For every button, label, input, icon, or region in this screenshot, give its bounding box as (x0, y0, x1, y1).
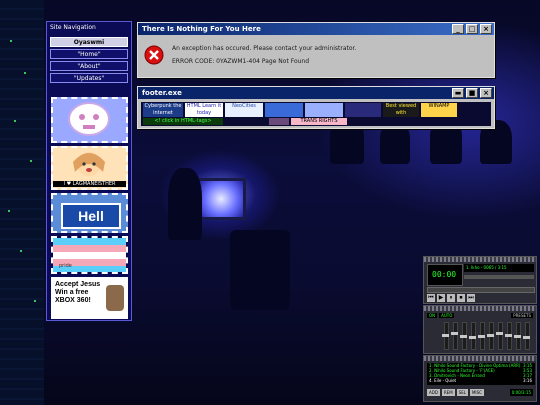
next-button[interactable]: ⏭ (467, 294, 475, 302)
winamp-time-display: 00:00 (427, 264, 463, 286)
eq-band-knob[interactable] (478, 335, 485, 338)
nav-item-about[interactable]: "About" (50, 61, 128, 71)
banner-best-viewed[interactable]: Best viewed with (383, 103, 419, 117)
playlist-item-selected[interactable]: 4. Eile - Quiet 3:16 (427, 378, 535, 383)
playlist-misc-button[interactable]: MISC (469, 389, 484, 396)
ghost-stamp[interactable] (51, 97, 128, 143)
playlist-remove-button[interactable]: REM (441, 389, 455, 396)
eq-band-slider[interactable] (498, 322, 503, 350)
eq-band-knob[interactable] (460, 335, 467, 338)
playlist-add-button[interactable]: ADD (427, 389, 440, 396)
led-2 (24, 72, 26, 74)
banner-trans-rights[interactable]: TRANS RIGHTS (291, 118, 347, 125)
led-7 (34, 300, 36, 302)
winamp-player: 00:00 1. Ikho - 0065 / 3:15 ⏮ ▶ ⏸ ⏹ ⏭ (423, 256, 537, 304)
maximize-button[interactable]: □ (466, 24, 478, 34)
stamp-caption: Accept Jesus Win a free XBOX 360! (55, 281, 101, 304)
glowing-monitor (196, 178, 246, 220)
error-icon (144, 45, 164, 65)
banner-winamp[interactable]: WINAMP (421, 103, 457, 117)
accept-jesus-stamp[interactable]: Accept Jesus Win a free XBOX 360! (51, 277, 128, 319)
nav-item-updates[interactable]: "Updates" (50, 73, 128, 83)
banner-area: Cyberpunk the internet HTML Learn it tod… (141, 102, 491, 126)
close-button[interactable]: × (480, 24, 492, 34)
server-rack-left (0, 0, 44, 405)
playlist-time: 0:00/3:15 (509, 389, 533, 396)
minimize-button[interactable]: ▬ (452, 88, 464, 98)
error-window-title: There Is Nothing For You Here (142, 25, 261, 33)
prev-button[interactable]: ⏮ (427, 294, 435, 302)
error-window-titlebar[interactable]: There Is Nothing For You Here _ □ × (138, 23, 494, 35)
ghost-icon (68, 102, 110, 136)
error-code: ERROR CODE: 0YAZWM1-404 Page Not Found (172, 58, 310, 65)
close-button[interactable]: × (480, 88, 492, 98)
play-button[interactable]: ▶ (437, 294, 445, 302)
winamp-time: 00:00 (432, 270, 457, 279)
nav-item-home[interactable]: "Home" (50, 49, 128, 59)
nav-item-oyaswmi[interactable]: Oyaswmi (50, 37, 128, 47)
winamp-titlebar[interactable] (424, 257, 536, 262)
eq-band-knob[interactable] (514, 335, 521, 338)
eq-band-knob[interactable] (523, 336, 530, 340)
error-message: An exception has occured. Please contact… (172, 45, 357, 52)
banner-html[interactable]: HTML Learn it today (185, 103, 223, 117)
eq-band-slider[interactable] (453, 322, 458, 350)
computer-tower (230, 230, 290, 310)
eq-band-knob[interactable] (451, 332, 458, 336)
footer-window-title: footer.exe (142, 89, 182, 97)
stamp-caption: I ♥ LAGMANEISTHER (53, 181, 126, 187)
maximize-button[interactable]: ■ (466, 88, 478, 98)
site-navigation: Site Navigation Oyaswmi "Home" "About" "… (46, 21, 132, 321)
banner-cyberpunk[interactable]: Cyberpunk the internet (143, 103, 183, 117)
hell-sign-stamp[interactable]: Hell (51, 193, 128, 233)
playlist-select-button[interactable]: SEL (456, 389, 468, 396)
eq-band-knob[interactable] (469, 336, 476, 340)
winamp-seek-bar[interactable] (427, 287, 535, 293)
led-6 (20, 250, 22, 252)
playlist-list: 1. Nihilo Sound Factory - Divine Optima … (427, 363, 535, 385)
winamp-transport: ⏮ ▶ ⏸ ⏹ ⏭ (427, 294, 475, 302)
eq-band-knob[interactable] (487, 333, 494, 337)
anime-girl-stamp[interactable]: I ♥ LAGMANEISTHER (51, 146, 128, 190)
minimize-button[interactable]: _ (452, 24, 464, 34)
banner-pixel[interactable] (265, 103, 303, 117)
led-1 (10, 40, 12, 42)
jesus-portrait-icon (106, 285, 124, 311)
eq-band-knob[interactable] (442, 333, 449, 337)
led-4 (30, 160, 32, 162)
banner-anime[interactable] (269, 118, 289, 125)
anime-girl-icon (73, 152, 105, 176)
hell-sign-text: Hell (61, 203, 121, 229)
eq-sliders (424, 306, 538, 355)
playlist-titlebar[interactable] (424, 356, 536, 361)
eq-band-knob[interactable] (496, 332, 503, 336)
stop-button[interactable]: ⏹ (457, 294, 465, 302)
pause-button[interactable]: ⏸ (447, 294, 455, 302)
nav-title: Site Navigation (50, 24, 96, 31)
girl-silhouette (168, 168, 202, 240)
led-5 (8, 210, 10, 212)
error-window: There Is Nothing For You Here _ □ × An e… (137, 22, 495, 78)
winamp-equalizer: ON AUTO PRESETS (423, 305, 537, 354)
winamp-playlist: 1. Nihilo Sound Factory - Divine Optima … (423, 355, 537, 402)
banner-neocities[interactable]: NeoCities (225, 103, 263, 117)
banner-click-html[interactable]: <! click in HTML-tags> (143, 118, 223, 125)
winamp-volume-slider[interactable] (464, 275, 534, 279)
led-3 (14, 120, 16, 122)
playlist-buttons: ADD REM SEL MISC (427, 389, 484, 396)
trans-flag-stamp[interactable]: pride (51, 236, 128, 274)
banner-stars[interactable] (345, 103, 381, 117)
stamp-caption: pride (59, 263, 72, 269)
footer-window-titlebar[interactable]: footer.exe ▬ ■ × (138, 87, 494, 99)
footer-window: footer.exe ▬ ■ × Cyberpunk the internet … (137, 86, 495, 129)
winamp-track-title: 1. Ikho - 0065 / 3:15 (464, 264, 534, 272)
banner-glitter[interactable] (305, 103, 343, 117)
eq-band-knob[interactable] (505, 333, 512, 337)
